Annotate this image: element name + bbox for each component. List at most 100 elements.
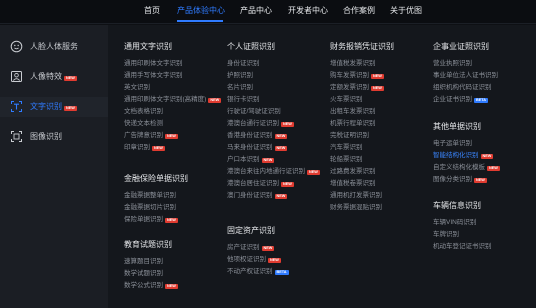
menu-link[interactable]: 通用印刷体文字识别(高精度) NEW	[124, 96, 222, 104]
menu-link[interactable]: 增值税发票识别	[330, 60, 376, 68]
face-icon	[10, 40, 23, 53]
menu-link-label: 数学公式识别	[124, 282, 163, 289]
sidebar-item-image-recognition[interactable]: 图像识别	[0, 127, 108, 147]
beta-badge: BETA	[274, 269, 289, 275]
sidebar-item-text-recognition[interactable]: 文字识别 NEW	[0, 97, 108, 117]
menu-link[interactable]: 火车票识别	[330, 96, 363, 104]
menu-link-label: 文档表格识别	[124, 108, 163, 115]
menu-link[interactable]: 港澳台居住证识别 NEW	[227, 180, 294, 188]
menu-link[interactable]: 图像分类识别 NEW	[433, 176, 487, 184]
nav-cases[interactable]: 合作案例	[343, 6, 375, 16]
sidebar-item-label: 文字识别 NEW	[30, 102, 77, 111]
menu-link-label: 机票行程单识别	[330, 120, 376, 127]
menu-link[interactable]: 速算题目识别	[124, 258, 163, 266]
menu-link[interactable]: 增值税卷票识别	[330, 180, 376, 188]
menu-link[interactable]: 车辆VIN码识别	[433, 219, 476, 227]
section-title: 固定资产识别	[227, 226, 275, 235]
menu-link-label: 过路费发票识别	[330, 168, 376, 175]
new-badge: NEW	[64, 106, 77, 111]
new-badge: NEW	[208, 97, 222, 103]
new-badge: NEW	[281, 121, 294, 127]
nav-product-experience-center[interactable]: 产品体验中心	[177, 6, 225, 16]
menu-link[interactable]: 轮船票识别	[330, 156, 363, 164]
menu-link-label: 他项权证识别	[227, 256, 266, 263]
new-badge: NEW	[64, 76, 77, 81]
nav-developer-center[interactable]: 开发者中心	[288, 6, 328, 16]
menu-link[interactable]: 过路费发票识别	[330, 168, 376, 176]
menu-link[interactable]: 银行卡识别	[227, 96, 260, 104]
menu-link[interactable]: 数学公式识别 NEW	[124, 282, 178, 290]
menu-link[interactable]: 机动车登记证书识别	[433, 243, 492, 251]
new-badge: NEW	[480, 153, 494, 159]
menu-link[interactable]: 广告牌意识别 NEW	[124, 132, 178, 140]
menu-link[interactable]: 机票行程单识别	[330, 120, 376, 128]
menu-link-label: 金融票据切片识别	[124, 204, 176, 211]
menu-link-label: 数学试题识别	[124, 270, 163, 277]
menu-link-label: 香港身份证识别	[227, 132, 273, 139]
menu-link[interactable]: 身份证识别	[227, 60, 260, 68]
menu-link-label: 港澳台通行证识别	[227, 120, 279, 127]
new-badge: NEW	[307, 169, 320, 175]
menu-link[interactable]: 完税证明识别	[330, 132, 369, 140]
menu-link[interactable]: 金融票据切片识别	[124, 204, 176, 212]
menu-link[interactable]: 事业单位法人证书识别	[433, 72, 498, 80]
menu-link[interactable]: 通用手写体文字识别	[124, 72, 183, 80]
menu-link[interactable]: 汽车票识别	[330, 144, 363, 152]
menu-link[interactable]: 名片识别	[227, 84, 253, 92]
menu-link[interactable]: 智能结构化识别 NEW	[433, 152, 494, 160]
top-navigation-bar: 首页 产品体验中心 产品中心 开发者中心 合作案例 关于优图	[0, 0, 536, 24]
menu-link[interactable]: 香港身份证识别 NEW	[227, 132, 288, 140]
menu-link-label: 轮船票识别	[330, 156, 363, 163]
sidebar-item-label: 人脸人体服务	[30, 42, 78, 51]
menu-link[interactable]: 快递文本检测	[124, 120, 163, 128]
menu-link[interactable]: 组织机构代码证识别	[433, 84, 492, 92]
menu-link[interactable]: 澳门身份证识别 NEW	[227, 192, 288, 200]
menu-link-label: 港澳台居住证识别	[227, 180, 279, 187]
menu-link[interactable]: 户口本识别 NEW	[227, 156, 275, 164]
menu-link-label: 澳门身份证识别	[227, 192, 273, 199]
menu-link[interactable]: 电子运单识别	[433, 140, 472, 148]
menu-link[interactable]: 出租车发票识别	[330, 108, 376, 116]
menu-link[interactable]: 护照识别	[227, 72, 253, 80]
sidebar-item-portrait-effects[interactable]: 人像特效 NEW	[0, 67, 108, 87]
menu-link[interactable]: 保险单据识别 NEW	[124, 216, 178, 224]
menu-link[interactable]: 车牌识别	[433, 231, 459, 239]
menu-link[interactable]: 营业执照识别	[433, 60, 472, 68]
nav-about[interactable]: 关于优图	[390, 6, 422, 16]
menu-link[interactable]: 数学试题识别	[124, 270, 163, 278]
new-badge: NEW	[371, 85, 384, 91]
menu-link-label: 车牌识别	[433, 231, 459, 238]
menu-link[interactable]: 企业证书识别 BETA	[433, 96, 489, 104]
menu-link[interactable]: 港澳台来往内地通行证识别 NEW	[227, 168, 320, 176]
menu-link-label: 名片识别	[227, 84, 253, 91]
sidebar-item-face-body[interactable]: 人脸人体服务	[0, 37, 108, 57]
menu-link[interactable]: 自定义结构化模板 NEW	[433, 164, 500, 172]
new-badge: NEW	[371, 73, 384, 79]
menu-link[interactable]: 定额发票识别 NEW	[330, 84, 384, 92]
portrait-icon	[11, 71, 22, 82]
menu-link-label: 行驶证/驾驶证识别	[227, 108, 281, 115]
nav-product-center[interactable]: 产品中心	[240, 6, 272, 16]
sidebar-item-label: 人像特效 NEW	[30, 72, 77, 81]
menu-link[interactable]: 通用机打发票识别	[330, 192, 382, 200]
menu-link[interactable]: 文档表格识别	[124, 108, 163, 116]
menu-link[interactable]: 财务票据混贴识别	[330, 204, 382, 212]
menu-link[interactable]: 印章识别 NEW	[124, 144, 165, 152]
menu-link-label: 户口本识别	[227, 156, 260, 163]
menu-link[interactable]: 房产证识别 NEW	[227, 244, 275, 252]
new-badge: NEW	[165, 283, 178, 289]
menu-link[interactable]: 马来身份证识别 NEW	[227, 144, 288, 152]
menu-link[interactable]: 不动产权证识别 BETA	[227, 268, 289, 276]
menu-link[interactable]: 英文识别	[124, 84, 150, 92]
new-badge: NEW	[274, 133, 288, 139]
menu-link[interactable]: 通用印刷体文字识别	[124, 60, 183, 68]
menu-link[interactable]: 购车发票识别 NEW	[330, 72, 384, 80]
menu-link[interactable]: 金融票据整单识别	[124, 192, 176, 200]
menu-link-label: 图像分类识别	[433, 176, 472, 183]
menu-link[interactable]: 港澳台通行证识别 NEW	[227, 120, 294, 128]
menu-link-label: 智能结构化识别	[433, 152, 479, 159]
menu-link[interactable]: 行驶证/驾驶证识别	[227, 108, 281, 116]
menu-link-label: 购车发票识别	[330, 72, 369, 79]
menu-link[interactable]: 他项权证识别 NEW	[227, 256, 281, 264]
nav-home[interactable]: 首页	[144, 6, 160, 16]
